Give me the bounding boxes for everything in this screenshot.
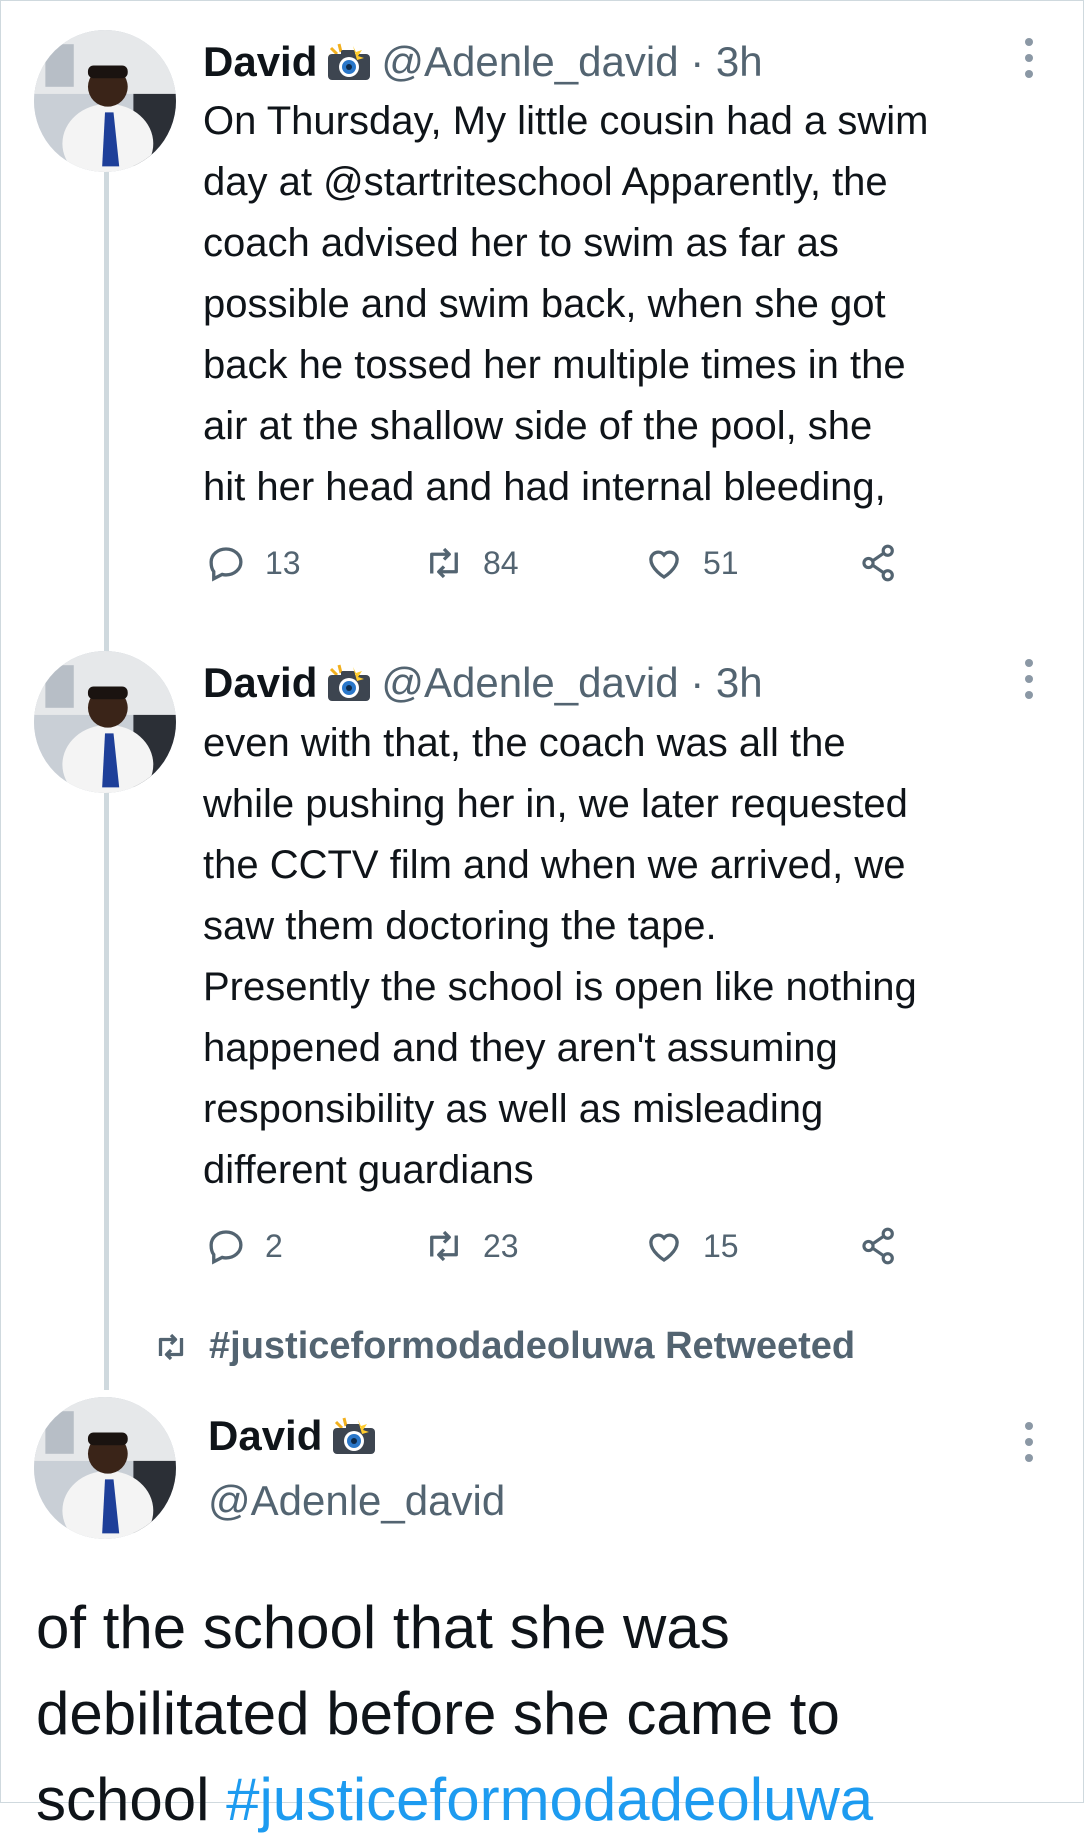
retweet-icon <box>158 1333 184 1360</box>
retweet-context[interactable]: #justiceformodadeoluwa Retweeted <box>153 1325 855 1368</box>
reply-count: 13 <box>265 544 301 581</box>
share-icon <box>862 544 894 582</box>
reply-button[interactable]: 13 <box>205 542 301 584</box>
heart-icon <box>649 1233 679 1262</box>
more-options-icon[interactable] <box>1024 38 1034 86</box>
tweet-header: David @Adenle_david · 3h <box>203 657 763 715</box>
more-options-icon[interactable] <box>1024 1422 1034 1470</box>
avatar[interactable] <box>34 1397 176 1539</box>
like-count: 15 <box>703 1227 739 1264</box>
camera-flash-icon <box>330 1416 378 1468</box>
username[interactable]: @Adenle_david <box>208 1477 505 1524</box>
more-options-icon[interactable] <box>1024 659 1034 707</box>
like-count: 51 <box>703 544 739 581</box>
hashtag-link[interactable]: #justiceformodadeoluwa <box>226 1766 873 1833</box>
display-name[interactable]: David <box>208 1412 322 1459</box>
avatar[interactable] <box>34 30 176 172</box>
retweet-button[interactable]: 23 <box>423 1225 519 1267</box>
retweet-count: 23 <box>483 1227 519 1264</box>
username[interactable]: @Adenle_david <box>381 38 678 85</box>
username[interactable]: @Adenle_david <box>381 659 678 706</box>
main-tweet-handle-row: @Adenle_david <box>208 1475 505 1527</box>
heart-icon <box>649 550 679 579</box>
tweet-header: David @Adenle_david · 3h <box>203 36 763 94</box>
avatar[interactable] <box>34 651 176 793</box>
main-tweet-name-row: David <box>208 1410 386 1468</box>
reply-icon <box>209 1230 243 1265</box>
tweet-text: On Thursday, My little cousin had a swim… <box>203 99 929 509</box>
timestamp[interactable]: 3h <box>716 38 763 85</box>
reply-count: 2 <box>265 1227 283 1264</box>
display-name[interactable]: David <box>203 659 317 706</box>
retweet-icon <box>430 547 458 579</box>
share-icon <box>862 1227 894 1265</box>
camera-flash-icon <box>325 42 373 94</box>
avatar-photo <box>34 30 176 172</box>
display-name[interactable]: David <box>203 38 317 85</box>
reply-icon <box>209 547 243 582</box>
camera-flash-icon <box>325 663 373 715</box>
main-tweet-text: of the school that she was debilitated b… <box>36 1585 1046 1843</box>
retweet-context-label: #justiceformodadeoluwa Retweeted <box>209 1325 856 1367</box>
timestamp[interactable]: 3h <box>716 659 763 706</box>
share-button[interactable] <box>858 542 918 584</box>
like-button[interactable]: 51 <box>643 542 739 584</box>
like-button[interactable]: 15 <box>643 1225 739 1267</box>
retweet-button[interactable]: 84 <box>423 542 519 584</box>
avatar-photo <box>34 1397 176 1539</box>
retweet-count: 84 <box>483 544 519 581</box>
avatar-photo <box>34 651 176 793</box>
reply-button[interactable]: 2 <box>205 1225 283 1267</box>
retweet-icon <box>430 1230 458 1262</box>
share-button[interactable] <box>858 1225 918 1267</box>
separator-dot: · <box>690 38 705 85</box>
separator-dot: · <box>690 659 705 706</box>
tweet-text: even with that, the coach was all the wh… <box>203 721 917 1192</box>
